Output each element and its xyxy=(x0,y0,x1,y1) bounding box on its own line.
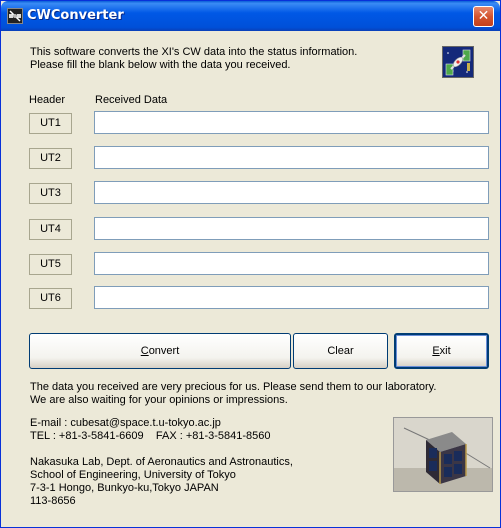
received-data-ut5-input[interactable] xyxy=(94,252,489,275)
address-line-3: 7-3-1 Hongo, Bunkyo-ku,Tokyo JAPAN xyxy=(30,482,219,494)
cubesat-photo xyxy=(393,417,493,492)
received-data-ut1-input[interactable] xyxy=(94,111,489,134)
received-data-column-label: Received Data xyxy=(95,94,168,106)
window-title: CWConverter xyxy=(27,8,124,23)
close-button[interactable]: ✕ xyxy=(473,6,494,27)
exit-button[interactable]: Exit xyxy=(394,333,489,369)
intro-text: This software converts the XI's CW data … xyxy=(30,46,410,72)
satellite-app-icon[interactable] xyxy=(7,8,23,24)
header-column-label: Header xyxy=(29,94,66,106)
intro-line-1: This software converts the XI's CW data … xyxy=(30,46,358,58)
cwconverter-window: CWConverter ✕ This software converts the… xyxy=(0,0,501,528)
header-ut4: UT4 xyxy=(29,219,72,240)
tel-fax-text: TEL : +81-3-5841-6609 FAX : +81-3-5841-8… xyxy=(30,430,271,442)
message-line-1: The data you received are very precious … xyxy=(30,381,437,393)
header-ut5: UT5 xyxy=(29,254,72,275)
address-line-2: School of Engineering, University of Tok… xyxy=(30,469,236,481)
received-data-ut4-input[interactable] xyxy=(94,217,489,240)
close-icon: ✕ xyxy=(477,8,490,24)
exit-mnemonic: E xyxy=(432,345,440,357)
intro-line-2: Please fill the blank below with the dat… xyxy=(30,59,291,71)
received-data-ut6-input[interactable] xyxy=(94,286,489,309)
clear-button[interactable]: Clear xyxy=(293,333,388,369)
convert-mnemonic: C xyxy=(140,345,149,357)
contact-info: E-mail : cubesat@space.t.u-tokyo.ac.jp T… xyxy=(30,417,271,443)
client-area: This software converts the XI's CW data … xyxy=(4,31,497,525)
address-line-1: Nakasuka Lab, Dept. of Aeronautics and A… xyxy=(30,456,293,468)
received-data-ut2-input[interactable] xyxy=(94,146,489,169)
header-ut2: UT2 xyxy=(29,148,72,169)
header-ut6: UT6 xyxy=(29,288,72,309)
message-line-2: We are also waiting for your opinions or… xyxy=(30,394,288,406)
received-data-ut3-input[interactable] xyxy=(94,181,489,204)
message-text: The data you received are very precious … xyxy=(30,381,436,407)
email-text: E-mail : cubesat@space.t.u-tokyo.ac.jp xyxy=(30,417,221,429)
exit-label: xit xyxy=(439,345,451,357)
header-ut1: UT1 xyxy=(29,113,72,134)
satellite-dish-icon xyxy=(442,46,474,78)
address-line-4: 113-8656 xyxy=(30,495,76,507)
convert-button[interactable]: Convert xyxy=(29,333,291,369)
header-ut3: UT3 xyxy=(29,183,72,204)
title-bar[interactable]: CWConverter ✕ xyxy=(1,1,500,31)
lab-address: Nakasuka Lab, Dept. of Aeronautics and A… xyxy=(30,456,293,508)
convert-label: onvert xyxy=(148,345,180,357)
